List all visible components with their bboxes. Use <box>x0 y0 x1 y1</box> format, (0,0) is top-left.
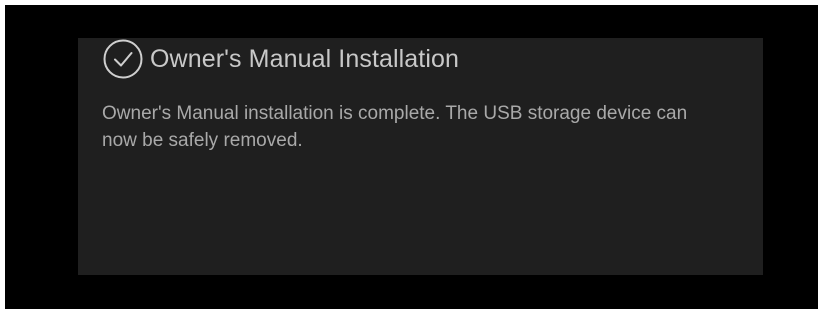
dialog-title: Owner's Manual Installation <box>150 44 460 73</box>
dialog-message: Owner's Manual installation is complete.… <box>102 103 688 151</box>
installation-complete-dialog: Owner's Manual Installation Owner's Manu… <box>78 38 763 275</box>
check-circle-icon <box>103 39 143 79</box>
tv-screen: Owner's Manual Installation Owner's Manu… <box>5 5 818 309</box>
dialog-header: Owner's Manual Installation <box>102 38 459 80</box>
